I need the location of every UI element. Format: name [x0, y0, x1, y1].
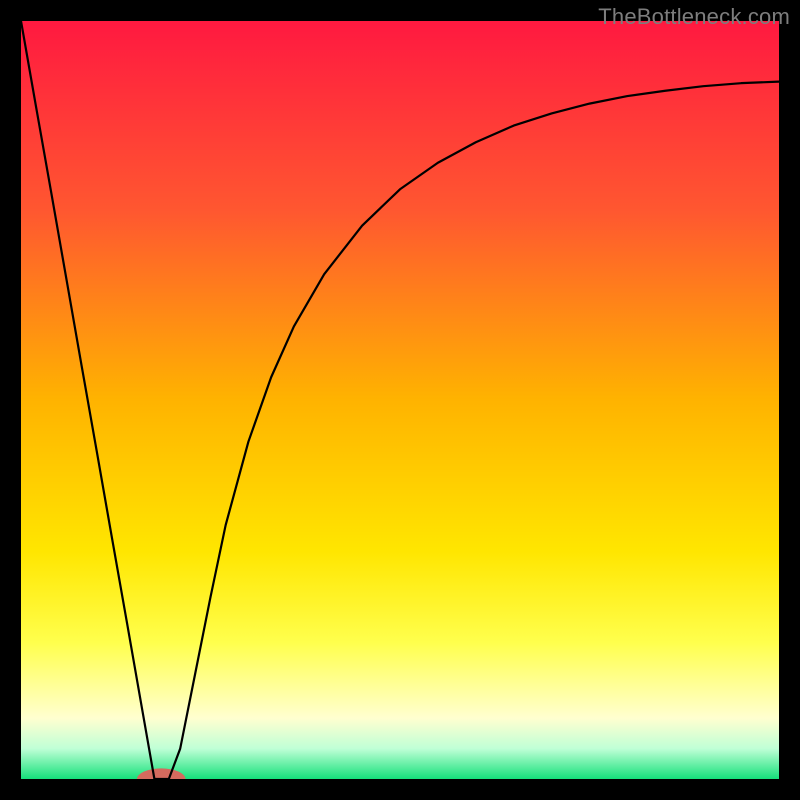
chart-plot — [21, 21, 779, 779]
watermark-text: TheBottleneck.com — [598, 4, 790, 30]
chart-frame: { "watermark": "TheBottleneck.com", "cha… — [0, 0, 800, 800]
